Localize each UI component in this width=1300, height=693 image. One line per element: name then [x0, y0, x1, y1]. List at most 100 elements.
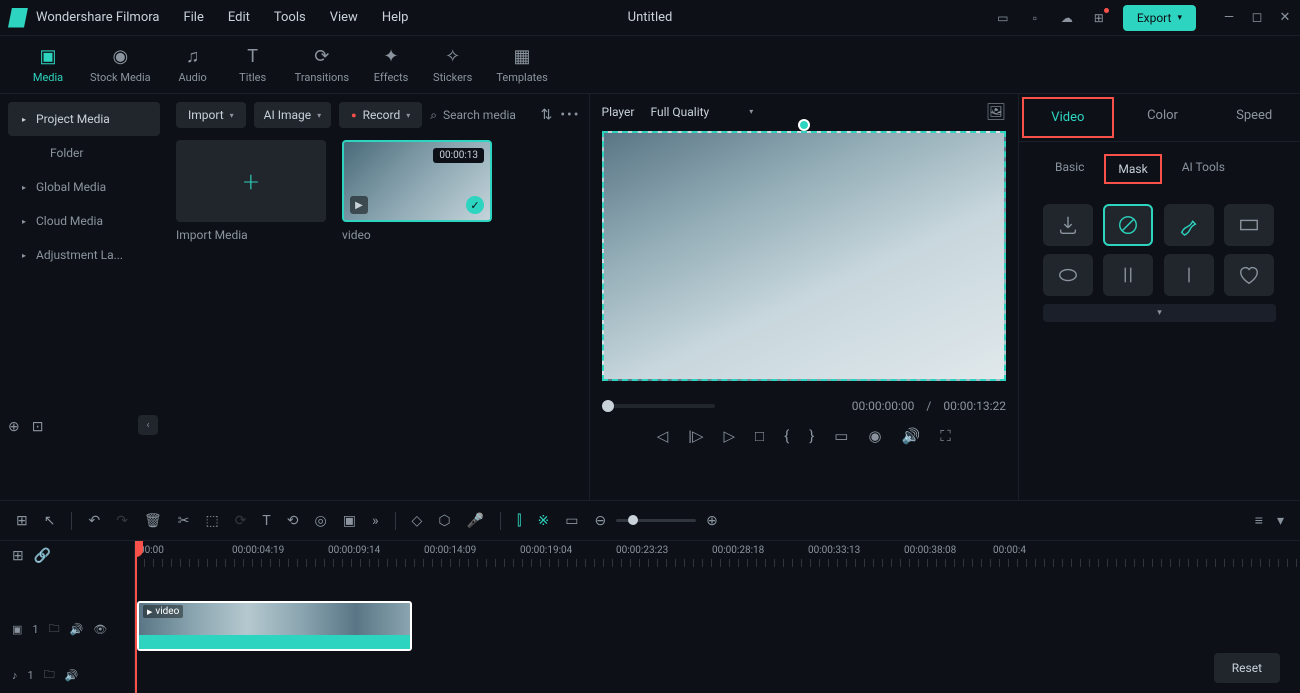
tl-zoom-slider[interactable] [616, 519, 696, 522]
tl-render-icon[interactable]: ▭ [565, 513, 578, 529]
mark-in-icon[interactable]: { [784, 427, 789, 445]
tl-effects-icon[interactable]: ▣ [343, 513, 356, 529]
tl-cut-icon[interactable]: ✂ [178, 513, 190, 529]
tl-apps-icon[interactable]: ⊞ [16, 513, 28, 529]
tl-pointer-icon[interactable]: ↖ [44, 513, 56, 529]
layout-icon[interactable]: ▭ [995, 10, 1011, 26]
mask-heart[interactable] [1224, 254, 1274, 296]
tab-templates[interactable]: ▦Templates [484, 41, 559, 88]
sidebar-global-media[interactable]: Global Media [8, 170, 160, 204]
tl-undo-icon[interactable]: ↶ [88, 513, 100, 529]
tl-redo-icon[interactable]: ↷ [116, 513, 128, 529]
timeline-clip-video[interactable]: video [137, 601, 412, 651]
import-media-tile[interactable]: + Import Media [176, 140, 326, 242]
subtab-basic[interactable]: Basic [1043, 154, 1096, 184]
play-icon[interactable]: ▷ [724, 427, 736, 445]
save-icon[interactable]: ▫ [1027, 10, 1043, 26]
tl-color-icon[interactable]: ◎ [315, 513, 327, 529]
timeline-ruler[interactable]: 00:00 00:00:04:19 00:00:09:14 00:00:14:0… [135, 541, 1300, 571]
subtab-mask[interactable]: Mask [1104, 154, 1161, 184]
search-input[interactable]: ⌕ Search media [430, 108, 532, 123]
video-preview[interactable] [602, 131, 1007, 381]
sidebar-cloud-media[interactable]: Cloud Media [8, 204, 160, 238]
tab-audio[interactable]: ♫Audio [163, 41, 223, 88]
apps-icon[interactable]: ⊞ [1091, 10, 1107, 26]
tl-mixer-icon[interactable]: ⫿ [517, 513, 521, 529]
tab-stickers[interactable]: ✧Stickers [421, 41, 484, 88]
sidebar-adjustment-layer[interactable]: Adjustment La... [8, 238, 160, 272]
tl-keyframe-icon[interactable]: ◇ [412, 513, 423, 529]
fullscreen-icon[interactable]: ⛶ [940, 427, 951, 445]
tl-track-add-icon[interactable]: ⊞ [12, 548, 24, 564]
volume-icon[interactable]: 🔊 [902, 427, 921, 445]
more-icon[interactable]: ••• [560, 107, 580, 123]
cloud-icon[interactable]: ☁ [1059, 10, 1075, 26]
menu-file[interactable]: File [183, 10, 203, 25]
mask-draw[interactable] [1164, 204, 1214, 246]
minimize-icon[interactable]: — [1222, 11, 1236, 25]
tab-effects[interactable]: ✦Effects [361, 41, 421, 88]
stop-icon[interactable]: □ [755, 427, 764, 445]
tl-view-icon[interactable]: ≡ [1255, 512, 1263, 529]
tl-link-icon[interactable]: 🔗 [34, 548, 51, 564]
mask-ellipse[interactable] [1043, 254, 1093, 296]
audio-track-header[interactable]: ♪1 🗀 🔊 [0, 657, 134, 693]
snapshot-icon[interactable]: 🖼 [986, 102, 1006, 121]
mask-expand-button[interactable]: ▾ [1043, 304, 1276, 322]
new-bin-icon[interactable]: ⊡ [32, 419, 44, 435]
tl-more-icon[interactable]: » [372, 513, 379, 529]
mask-none[interactable] [1103, 204, 1153, 246]
tl-marker-icon[interactable]: ⬡ [438, 513, 450, 529]
filter-icon[interactable]: ⇅ [541, 107, 553, 123]
collapse-sidebar-button[interactable]: ‹ [138, 415, 158, 435]
mask-import[interactable] [1043, 204, 1093, 246]
tl-rotate-icon[interactable]: ⟲ [287, 513, 299, 529]
sidebar-project-media[interactable]: Project Media [8, 102, 160, 136]
tl-view-dd-icon[interactable]: ▾ [1277, 513, 1284, 529]
close-icon[interactable]: ✕ [1278, 11, 1292, 25]
camera-icon[interactable]: ◉ [868, 427, 881, 445]
prev-frame-icon[interactable]: ◁ [657, 427, 669, 445]
import-dropdown[interactable]: Import [176, 102, 246, 128]
ai-image-button[interactable]: AI Image [254, 102, 332, 128]
tab-color[interactable]: Color [1117, 94, 1209, 141]
video-track-header[interactable]: ▣1 🗀 🔊 👁 [0, 601, 134, 657]
tl-zoom-in-icon[interactable]: ⊕ [706, 513, 718, 529]
quality-dropdown[interactable]: Full Quality [650, 105, 753, 119]
menu-help[interactable]: Help [382, 10, 409, 25]
step-back-icon[interactable]: |▷ [688, 427, 703, 445]
media-clip-video[interactable]: 00:00:13 ▶ ✓ video [342, 140, 492, 242]
tl-mic-icon[interactable]: 🎤 [467, 513, 484, 529]
menu-tools[interactable]: Tools [274, 10, 306, 25]
track-visible-icon[interactable]: 👁 [93, 623, 107, 636]
audio-folder-icon[interactable]: 🗀 [44, 666, 55, 685]
mask-rectangle[interactable] [1224, 204, 1274, 246]
tl-speed-icon[interactable]: ⟳ [235, 513, 247, 529]
tl-magnet-icon[interactable]: ※ [537, 513, 549, 529]
tab-media[interactable]: ▣Media [18, 41, 78, 88]
audio-mute-icon[interactable]: 🔊 [65, 669, 79, 682]
tl-text-icon[interactable]: T [262, 513, 270, 529]
tl-zoom-out-icon[interactable]: ⊖ [594, 513, 606, 529]
playhead-marker[interactable] [798, 119, 810, 131]
subtab-ai-tools[interactable]: AI Tools [1170, 154, 1237, 184]
track-mute-icon[interactable]: 🔊 [70, 623, 84, 636]
tab-speed[interactable]: Speed [1208, 94, 1300, 141]
export-button[interactable]: Export [1123, 5, 1196, 31]
track-folder-icon[interactable]: 🗀 [49, 620, 60, 639]
menu-edit[interactable]: Edit [228, 10, 250, 25]
new-folder-icon[interactable]: ⊕ [8, 419, 20, 435]
tl-delete-icon[interactable]: 🗑 [144, 513, 162, 529]
mark-out-icon[interactable]: } [809, 427, 814, 445]
tab-transitions[interactable]: ⟳Transitions [283, 41, 361, 88]
mask-double-line[interactable] [1103, 254, 1153, 296]
maximize-icon[interactable]: ◻ [1250, 11, 1264, 25]
tab-video[interactable]: Video [1022, 97, 1114, 138]
record-dropdown[interactable]: Record [339, 102, 422, 128]
scrub-bar[interactable] [602, 404, 715, 408]
tl-crop-icon[interactable]: ⬚ [205, 513, 218, 529]
tab-stock-media[interactable]: ◉Stock Media [78, 41, 163, 88]
timeline-playhead[interactable] [135, 541, 137, 693]
menu-view[interactable]: View [330, 10, 358, 25]
mask-single-line[interactable] [1164, 254, 1214, 296]
